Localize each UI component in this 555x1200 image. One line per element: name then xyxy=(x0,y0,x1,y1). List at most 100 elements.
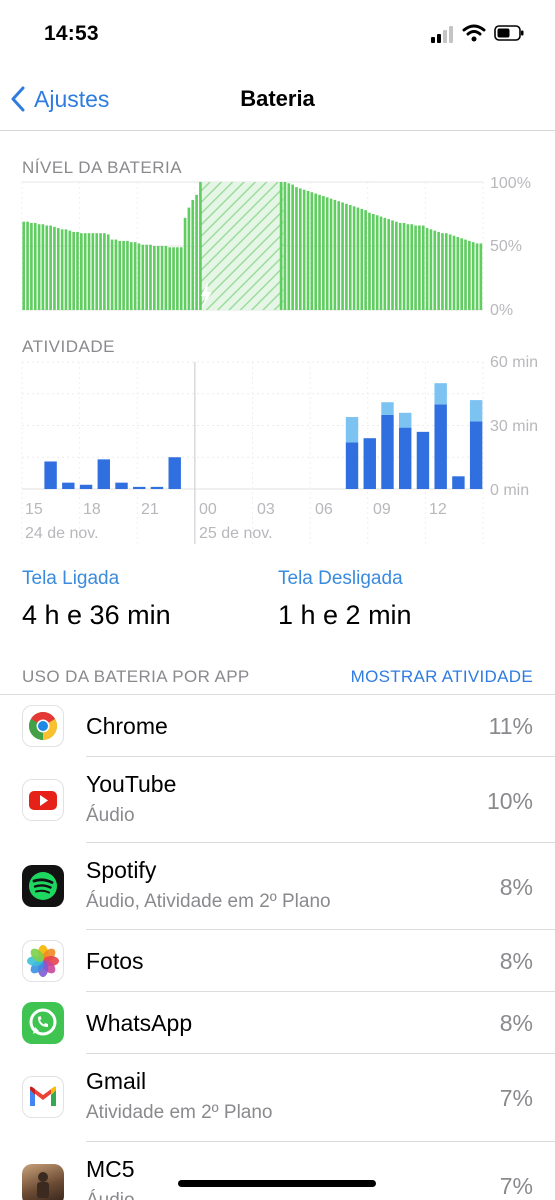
battery-level-bar xyxy=(306,190,310,310)
gmail-icon xyxy=(22,1076,64,1118)
activity-x-tick: 21 xyxy=(141,501,159,518)
battery-level-bar xyxy=(133,242,137,310)
home-indicator[interactable] xyxy=(178,1180,376,1187)
activity-screen-on-bar xyxy=(363,438,376,489)
battery-level-bar xyxy=(329,198,333,310)
activity-screen-off-bar xyxy=(399,412,412,428)
app-percent: 10% xyxy=(486,788,533,814)
show-activity-button[interactable]: MOSTRAR ATIVIDADE xyxy=(351,667,533,687)
activity-screen-off-bar xyxy=(381,402,394,415)
app-row-spotify[interactable]: Spotify Áudio, Atividade em 2º Plano 8% xyxy=(0,843,555,930)
battery-level-bar xyxy=(452,235,456,310)
battery-level-bar xyxy=(99,233,102,310)
activity-chart: 60 min 30 min 0 min 15 18 21 00 03 06 09… xyxy=(21,354,538,544)
usage-header-label: USO DA BATERIA POR APP xyxy=(22,667,250,686)
activity-screen-on-bar xyxy=(150,486,164,489)
activity-x-tick: 15 xyxy=(25,501,43,518)
battery-level-bar xyxy=(87,233,91,310)
app-row-youtube[interactable]: YouTube Áudio 10% xyxy=(0,757,555,843)
battery-level-bar xyxy=(83,233,87,310)
battery-level-bar xyxy=(176,247,179,310)
battery-level-bar xyxy=(425,228,429,310)
battery-status-icon xyxy=(494,25,524,41)
activity-screen-off-bar xyxy=(345,417,359,443)
app-percent: 8% xyxy=(499,874,533,900)
activity-x-tick: 00 xyxy=(199,501,217,518)
youtube-icon xyxy=(22,779,64,821)
activity-date-label: 25 de nov. xyxy=(199,525,273,542)
battery-level-bar xyxy=(475,243,479,310)
battery-level-bar xyxy=(187,207,191,310)
battery-level-bar xyxy=(122,240,125,310)
app-row-chrome[interactable]: Chrome 11% xyxy=(0,695,555,757)
battery-level-bar xyxy=(114,239,118,310)
battery-level-bar xyxy=(333,199,337,310)
activity-screen-on-bar xyxy=(416,431,430,489)
battery-level-bar xyxy=(37,224,41,310)
battery-level-bar xyxy=(406,224,410,310)
photos-icon xyxy=(22,940,64,982)
app-name: WhatsApp xyxy=(86,1010,193,1036)
battery-level-bar xyxy=(45,225,49,310)
battery-level-bar xyxy=(421,225,425,310)
activity-x-tick: 06 xyxy=(315,501,333,518)
battery-level-bar xyxy=(68,230,72,310)
battery-level-bar xyxy=(106,234,110,310)
battery-level-bar xyxy=(95,233,99,310)
charging-period-shade xyxy=(200,182,284,310)
spotify-icon xyxy=(22,865,64,907)
battery-level-bar xyxy=(299,188,302,310)
activity-screen-on-bar xyxy=(133,486,146,489)
battery-level-bar xyxy=(279,182,283,310)
battery-level-bar xyxy=(345,203,348,310)
battery-level-bar xyxy=(314,193,318,310)
activity-screen-on-bar xyxy=(62,482,75,489)
battery-level-bar xyxy=(72,231,75,310)
activity-x-tick: 09 xyxy=(373,501,391,518)
battery-level-bar xyxy=(360,208,364,310)
app-row-mc5[interactable]: MC5 Áudio 7% xyxy=(0,1142,555,1200)
battery-level-bar xyxy=(456,237,460,310)
activity-screen-on-bar xyxy=(115,482,128,489)
usage-header: USO DA BATERIA POR APP MOSTRAR ATIVIDADE xyxy=(0,660,555,695)
activity-screen-on-bar xyxy=(452,476,465,489)
battery-level-bar xyxy=(183,217,187,310)
battery-level-bar xyxy=(149,244,152,310)
battery-level-bar xyxy=(126,240,129,310)
activity-screen-on-bar xyxy=(345,442,359,489)
app-subtitle: Áudio xyxy=(86,805,135,826)
app-percent: 11% xyxy=(488,713,533,739)
battery-level-bar xyxy=(287,183,291,310)
battery-level-bar xyxy=(379,216,383,310)
app-name: Fotos xyxy=(86,948,144,974)
battery-level-bar xyxy=(179,247,183,310)
battery-level-bar xyxy=(322,196,325,310)
activity-y-tick: 30 min xyxy=(490,418,538,435)
battery-level-bar xyxy=(433,230,437,310)
battery-level-bar xyxy=(160,246,164,310)
battery-level-bar xyxy=(110,239,114,310)
mc5-icon xyxy=(22,1164,64,1200)
battery-level-bar xyxy=(375,215,379,310)
battery-level-bar xyxy=(371,214,375,310)
battery-level-bar xyxy=(429,229,433,310)
app-percent: 7% xyxy=(499,1085,533,1111)
app-subtitle: Áudio, Atividade em 2º Plano xyxy=(86,891,331,912)
app-row-whatsapp[interactable]: WhatsApp 8% xyxy=(0,992,555,1054)
battery-level-bar xyxy=(295,187,298,310)
battery-level-bar xyxy=(356,207,360,310)
app-row-gmail[interactable]: Gmail Atividade em 2º Plano 7% xyxy=(0,1054,555,1142)
activity-y-tick: 60 min xyxy=(490,354,538,371)
activity-date-label: 24 de nov. xyxy=(25,525,99,542)
screen-off-value: 1 h e 2 min xyxy=(278,600,412,630)
activity-screen-on-bar xyxy=(79,484,93,489)
battery-level-bar xyxy=(448,234,452,310)
battery-level-bar xyxy=(444,233,448,310)
status-bar: 14:53 xyxy=(0,0,555,70)
battery-level-bar xyxy=(341,202,344,310)
app-row-fotos[interactable]: Fotos 8% xyxy=(0,930,555,992)
battery-level-label: NÍVEL DA BATERIA xyxy=(22,158,183,177)
screen-on-value: 4 h e 36 min xyxy=(22,600,171,630)
activity-screen-off-bar xyxy=(434,383,447,405)
battery-level-bar xyxy=(141,244,145,310)
